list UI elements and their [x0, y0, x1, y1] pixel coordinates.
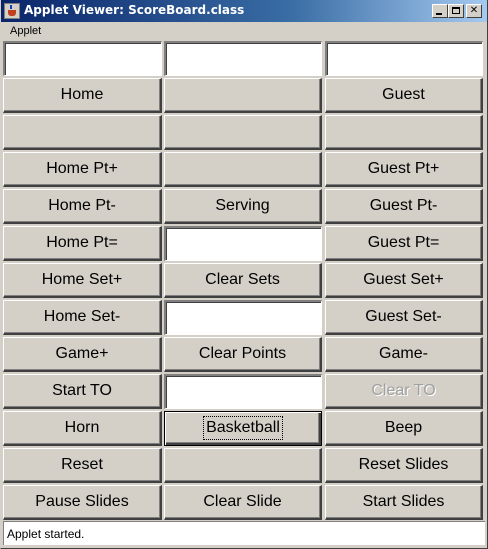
blank-button-r3c2[interactable]	[164, 115, 322, 150]
blank-button-r3c3[interactable]	[325, 115, 483, 150]
status-bar: Applet started.	[3, 521, 485, 545]
start-slides-button[interactable]: Start Slides	[325, 485, 483, 520]
menu-bar: Applet	[0, 22, 488, 40]
home-pt-minus-label: Home Pt-	[48, 196, 116, 214]
guest-pt-plus-label: Guest Pt+	[367, 159, 440, 177]
status-text: Applet started.	[7, 527, 85, 541]
cup-shape	[8, 10, 16, 16]
scoreboard-grid: Home Guest Home Pt+ Guest Pt+ Home Pt- Servin…	[3, 41, 484, 520]
guest-pt-plus-button[interactable]: Guest Pt+	[325, 152, 483, 187]
pause-slides-button[interactable]: Pause Slides	[3, 485, 162, 520]
start-slides-label: Start Slides	[362, 492, 445, 510]
reset-slides-button[interactable]: Reset Slides	[325, 448, 483, 483]
serving-field[interactable]	[164, 41, 322, 76]
blank-button-r12c2[interactable]	[164, 448, 322, 483]
blank-button-r4c2[interactable]	[164, 152, 322, 187]
beep-label: Beep	[384, 418, 423, 436]
pause-slides-label: Pause Slides	[35, 492, 129, 510]
clear-sets-button[interactable]: Clear Sets	[164, 263, 322, 298]
window-title: Applet Viewer: ScoreBoard.class	[24, 3, 245, 17]
basketball-label: Basketball	[203, 416, 283, 441]
horn-button[interactable]: Horn	[3, 411, 162, 446]
steam-shape	[10, 5, 12, 9]
clear-points-label: Clear Points	[198, 344, 287, 362]
home-pt-equals-label: Home Pt=	[46, 233, 118, 251]
reset-slides-label: Reset Slides	[358, 455, 449, 473]
home-set-minus-label: Home Set-	[43, 307, 121, 325]
home-pt-plus-button[interactable]: Home Pt+	[3, 152, 162, 187]
guest-score-field[interactable]	[325, 41, 483, 76]
clear-sets-label: Clear Sets	[205, 270, 280, 288]
menu-applet[interactable]: Applet	[10, 25, 41, 37]
home-pt-equals-button[interactable]: Home Pt=	[3, 226, 162, 261]
home-set-minus-button[interactable]: Home Set-	[3, 300, 162, 335]
maximize-icon	[452, 7, 460, 14]
java-cup-icon[interactable]	[4, 3, 20, 19]
clear-slide-label: Clear Slide	[203, 492, 282, 510]
game-minus-label: Game-	[379, 344, 428, 362]
game-minus-button[interactable]: Game-	[325, 337, 483, 372]
reset-label: Reset	[61, 455, 103, 473]
clear-points-button[interactable]: Clear Points	[164, 337, 322, 372]
game-plus-label: Game+	[55, 344, 109, 362]
guest-button[interactable]: Guest	[325, 78, 483, 113]
clear-slide-button[interactable]: Clear Slide	[164, 485, 322, 520]
title-bar[interactable]: Applet Viewer: ScoreBoard.class ✕	[0, 0, 488, 22]
guest-pt-equals-label: Guest Pt=	[367, 233, 440, 251]
start-to-button[interactable]: Start TO	[3, 374, 162, 409]
sets-field[interactable]	[164, 300, 322, 335]
home-set-plus-button[interactable]: Home Set+	[3, 263, 162, 298]
home-set-plus-label: Home Set+	[41, 270, 123, 288]
home-label: Home	[60, 85, 104, 103]
guest-pt-equals-button[interactable]: Guest Pt=	[325, 226, 483, 261]
maximize-button[interactable]	[448, 4, 464, 18]
points-field[interactable]	[164, 226, 322, 261]
clear-to-label: Clear TO	[371, 381, 436, 399]
guest-label: Guest	[382, 85, 425, 103]
close-button[interactable]: ✕	[466, 4, 482, 18]
serving-label: Serving	[215, 196, 270, 214]
guest-set-plus-label: Guest Set+	[363, 270, 444, 288]
guest-set-plus-button[interactable]: Guest Set+	[325, 263, 483, 298]
home-score-field[interactable]	[3, 41, 162, 76]
minimize-icon	[436, 13, 442, 15]
serving-button[interactable]: Serving	[164, 189, 322, 224]
home-button[interactable]: Home	[3, 78, 162, 113]
close-icon: ✕	[469, 5, 479, 16]
home-pt-plus-label: Home Pt+	[46, 159, 118, 177]
beep-button[interactable]: Beep	[325, 411, 483, 446]
clear-to-button: Clear TO	[325, 374, 483, 409]
home-pt-minus-button[interactable]: Home Pt-	[3, 189, 162, 224]
guest-pt-minus-label: Guest Pt-	[369, 196, 438, 214]
guest-pt-minus-button[interactable]: Guest Pt-	[325, 189, 483, 224]
game-plus-button[interactable]: Game+	[3, 337, 162, 372]
start-to-label: Start TO	[52, 381, 112, 399]
reset-button[interactable]: Reset	[3, 448, 162, 483]
guest-set-minus-button[interactable]: Guest Set-	[325, 300, 483, 335]
timeout-field[interactable]	[164, 374, 322, 409]
basketball-button[interactable]: Basketball	[164, 411, 322, 446]
guest-set-minus-label: Guest Set-	[365, 307, 442, 325]
blank-button-r3c1[interactable]	[3, 115, 162, 150]
minimize-button[interactable]	[432, 4, 448, 18]
horn-label: Horn	[64, 418, 100, 436]
blank-button-r2c2[interactable]	[164, 78, 322, 113]
